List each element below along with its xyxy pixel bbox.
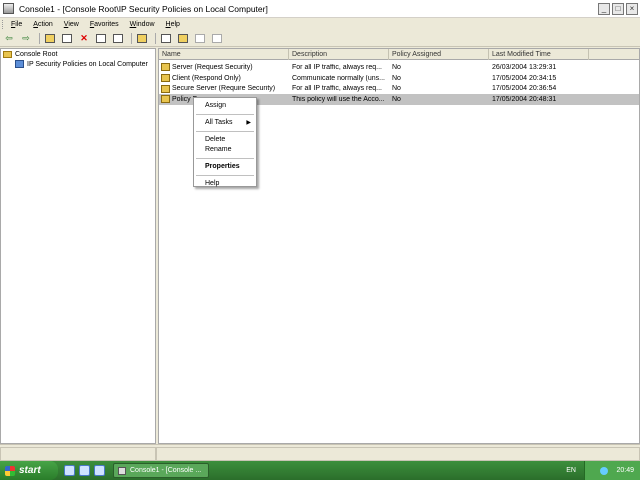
toolbar-separator <box>131 33 132 44</box>
menu-favorites[interactable]: Favorites <box>90 21 119 28</box>
up-level-icon[interactable] <box>43 32 57 45</box>
tree-node-label: Console Root <box>15 50 58 58</box>
column-header-policy-assigned[interactable]: Policy Assigned <box>389 49 489 60</box>
console-tree[interactable]: Console Root IP Security Policies on Loc… <box>0 48 156 444</box>
toolbar-separator <box>155 33 156 44</box>
security-policy-icon <box>15 60 24 68</box>
column-header-name[interactable]: Name <box>159 49 289 60</box>
close-button[interactable]: × <box>626 2 638 15</box>
menu-bar: File Action View Favorites Window Help <box>0 18 640 31</box>
table-row[interactable]: Server (Request Security) For all IP tra… <box>159 62 639 73</box>
policy-assigned: No <box>392 85 401 93</box>
policy-name: Server (Request Security) <box>172 63 253 71</box>
show-hide-tree-icon[interactable] <box>60 32 74 45</box>
context-menu: Assign All Tasks ▶ Delete Rename Propert… <box>193 97 257 187</box>
network-tray-icon[interactable] <box>600 466 609 475</box>
policy-icon <box>161 63 170 72</box>
context-menu-properties[interactable]: Properties <box>194 162 256 172</box>
context-menu-delete[interactable]: Delete <box>194 135 256 145</box>
table-row[interactable]: Secure Server (Require Security) For all… <box>159 83 639 94</box>
policy-icon <box>161 84 170 93</box>
list-header: Name Description Policy Assigned Last Mo… <box>159 49 639 60</box>
window-title: Console1 - [Console Root\IP Security Pol… <box>19 3 268 14</box>
policy-description: This policy will use the Acco... <box>292 95 385 103</box>
language-indicator[interactable]: EN <box>566 467 576 474</box>
folder-icon <box>3 50 12 58</box>
mmc-app-icon <box>118 466 126 475</box>
policy-description: For all IP traffic, always req... <box>292 85 382 93</box>
taskbar-button-console1[interactable]: Console1 - [Console ... <box>113 463 209 478</box>
tree-node-label: IP Security Policies on Local Computer <box>27 60 148 68</box>
window-controls: _ □ × <box>598 2 638 15</box>
windows-logo-icon <box>5 465 15 476</box>
toolbar-separator <box>39 33 40 44</box>
minimize-button[interactable]: _ <box>598 2 610 15</box>
policy-name: Secure Server (Require Security) <box>172 85 276 93</box>
context-menu-help[interactable]: Help <box>194 179 256 189</box>
policy-description: Communicate normally (uns... <box>292 74 385 82</box>
menu-help[interactable]: Help <box>166 21 180 28</box>
quick-launch-desktop-icon[interactable] <box>64 465 75 476</box>
context-menu-assign[interactable]: Assign <box>194 101 256 111</box>
policy-assigned: No <box>392 63 401 71</box>
quick-launch-media-icon[interactable] <box>94 465 105 476</box>
menu-separator <box>196 158 254 159</box>
menu-separator <box>196 114 254 115</box>
properties-icon[interactable] <box>94 32 108 45</box>
create-policy-icon[interactable] <box>176 32 190 45</box>
mmc-app-icon[interactable] <box>3 3 14 14</box>
system-tray: 20:49 <box>584 461 640 480</box>
policy-description: For all IP traffic, always req... <box>292 63 382 71</box>
tree-node-ip-security-policies[interactable]: IP Security Policies on Local Computer <box>1 59 155 69</box>
table-row[interactable]: Client (Respond Only) Communicate normal… <box>159 73 639 84</box>
title-bar: Console1 - [Console Root\IP Security Pol… <box>0 0 640 18</box>
export-list-icon[interactable] <box>135 32 149 45</box>
manage-filters-icon[interactable] <box>193 32 207 45</box>
policy-modified: 17/05/2004 20:48:31 <box>492 95 557 103</box>
context-menu-rename[interactable]: Rename <box>194 145 256 155</box>
menu-view[interactable]: View <box>64 21 79 28</box>
policy-assigned: No <box>392 74 401 82</box>
policy-modified: 17/05/2004 20:34:15 <box>492 74 557 82</box>
menu-action[interactable]: Action <box>33 21 52 28</box>
maximize-button[interactable]: □ <box>612 2 624 15</box>
policy-modified: 26/03/2004 13:29:31 <box>492 63 557 71</box>
context-menu-label: All Tasks <box>205 119 233 126</box>
context-menu-all-tasks[interactable]: All Tasks ▶ <box>194 118 256 128</box>
status-panel <box>156 447 640 461</box>
menu-file[interactable]: File <box>11 21 22 28</box>
policy-icon <box>161 95 170 104</box>
menu-window[interactable]: Window <box>130 21 155 28</box>
taskbar-button-label: Console1 - [Console ... <box>130 467 202 474</box>
quick-launch-browser-icon[interactable] <box>79 465 90 476</box>
taskbar: start Console1 - [Console ... EN 20:49 <box>0 461 640 480</box>
policy-name: Client (Respond Only) <box>172 74 241 82</box>
refresh-icon[interactable] <box>111 32 125 45</box>
menu-separator <box>196 175 254 176</box>
column-header-last-modified[interactable]: Last Modified Time <box>489 49 589 60</box>
menu-separator <box>196 131 254 132</box>
clock[interactable]: 20:49 <box>616 467 634 474</box>
status-bar <box>0 444 640 461</box>
status-panel <box>0 447 156 461</box>
column-header-description[interactable]: Description <box>289 49 389 60</box>
back-icon[interactable]: ⇦ <box>2 32 16 45</box>
policy-modified: 17/05/2004 20:36:54 <box>492 85 557 93</box>
menu-grip <box>2 20 5 29</box>
policy-icon <box>161 74 170 83</box>
delete-icon[interactable]: ✕ <box>77 32 91 45</box>
start-button[interactable]: start <box>0 461 58 480</box>
forward-icon[interactable]: ⇨ <box>19 32 33 45</box>
help-icon[interactable] <box>159 32 173 45</box>
start-label: start <box>19 465 41 476</box>
toolbar: ⇦ ⇨ ✕ <box>0 31 640 47</box>
submenu-arrow-icon: ▶ <box>246 120 251 126</box>
policy-assigned: No <box>392 95 401 103</box>
quick-launch <box>64 465 105 476</box>
assign-policy-icon[interactable] <box>210 32 224 45</box>
tree-node-console-root[interactable]: Console Root <box>1 49 155 59</box>
